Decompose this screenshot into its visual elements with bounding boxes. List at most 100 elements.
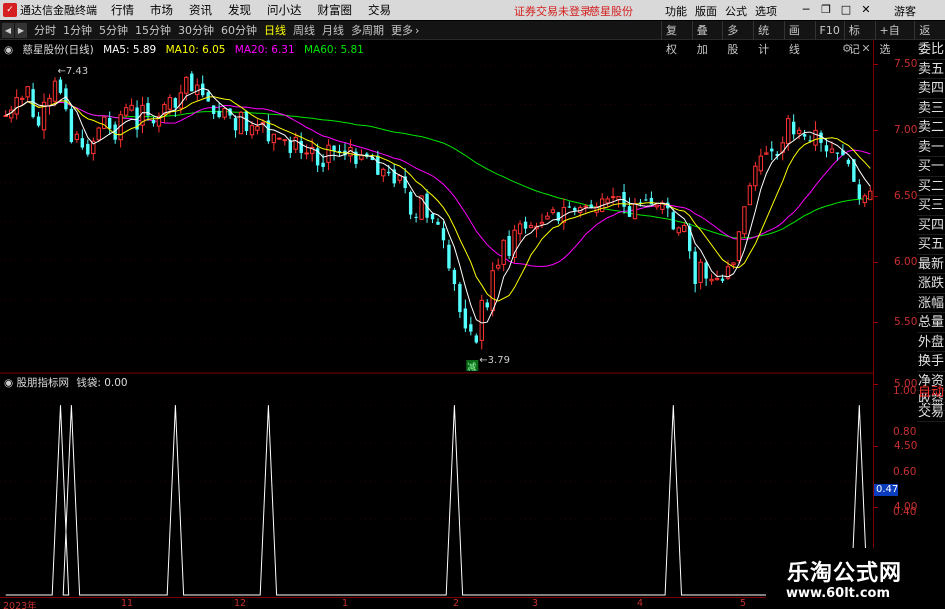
sidebar-sell5[interactable]: 卖五 bbox=[917, 60, 945, 79]
settings-icon[interactable]: ⚙ bbox=[842, 42, 852, 55]
menu-item-gongneng[interactable]: 功能 bbox=[665, 3, 687, 19]
tool-tongji[interactable]: 统计 bbox=[753, 21, 784, 56]
sidebar-outer[interactable]: 外盘 bbox=[917, 333, 945, 352]
sidebar-sell4[interactable]: 卖四 bbox=[917, 79, 945, 99]
current-stock-name[interactable]: 慈星股份 bbox=[589, 3, 633, 19]
sidebar-change[interactable]: 涨跌 bbox=[917, 274, 945, 294]
candle-body bbox=[469, 324, 473, 332]
sidebar-sell3[interactable]: 卖三 bbox=[917, 99, 945, 118]
high-price-label: ←7.43 bbox=[58, 66, 89, 77]
period-5min[interactable]: 5分钟 bbox=[99, 22, 128, 38]
period-weekly[interactable]: 周线 bbox=[293, 22, 315, 38]
sidebar-buy5[interactable]: 买五 bbox=[917, 235, 945, 255]
kline-chart-area[interactable]: ←7.43 ←3.79 减 bbox=[0, 40, 945, 597]
candle-body bbox=[824, 145, 829, 152]
period-monthly[interactable]: 月线 bbox=[322, 22, 344, 38]
candle-body bbox=[632, 203, 638, 220]
menu-item-hangqing[interactable]: 行情 bbox=[111, 2, 134, 18]
sidebar-weibi[interactable]: 委比 bbox=[917, 40, 945, 60]
scroll-right-icon[interactable]: ▶ bbox=[15, 22, 27, 38]
menu-item-jiaoyi[interactable]: 交易 bbox=[368, 2, 391, 18]
menu-item-faxian[interactable]: 发现 bbox=[228, 2, 251, 18]
tool-duogu[interactable]: 多股 bbox=[722, 21, 753, 56]
candle-body bbox=[688, 226, 692, 252]
sidebar-turnover[interactable]: 换手 bbox=[917, 352, 945, 372]
sidebar-change-pct[interactable]: 涨幅 bbox=[917, 294, 945, 313]
period-more[interactable]: 更多 bbox=[391, 22, 413, 38]
restore-icon[interactable]: ❐ bbox=[818, 2, 834, 18]
tool-fanhui[interactable]: 返回 bbox=[914, 21, 945, 56]
indicator-tick: 0.80 bbox=[893, 426, 917, 438]
date-label: 2 bbox=[453, 598, 460, 609]
chevron-right-icon[interactable]: › bbox=[415, 24, 419, 37]
price-tick: 7.00 bbox=[874, 124, 917, 136]
period-30min[interactable]: 30分钟 bbox=[178, 22, 214, 38]
maximize-icon[interactable]: □ bbox=[838, 2, 854, 18]
candle-body bbox=[479, 299, 484, 341]
date-label: 2023年 bbox=[3, 601, 37, 609]
period-daily[interactable]: 日线 bbox=[264, 22, 286, 38]
candle-body bbox=[452, 269, 457, 284]
legend-dropdown-icon[interactable]: ◉ bbox=[4, 44, 13, 56]
main-menu: 行情 市场 资讯 发现 问小达 财富圈 交易 bbox=[111, 2, 407, 18]
trade-status-link[interactable]: 证券交易未登录 bbox=[514, 3, 591, 19]
period-60min[interactable]: 60分钟 bbox=[221, 22, 257, 38]
candle-body bbox=[102, 116, 107, 129]
scroll-left-icon[interactable]: ◀ bbox=[2, 22, 14, 38]
menu-item-wenxiaoda[interactable]: 问小达 bbox=[267, 2, 302, 18]
menu-item-caifuquan[interactable]: 财富圈 bbox=[318, 2, 353, 18]
tool-biaoji[interactable]: 标记 bbox=[843, 21, 875, 56]
candle-body bbox=[550, 209, 556, 214]
candle-body bbox=[211, 105, 216, 114]
candle-body bbox=[184, 76, 189, 94]
sidebar-sell2[interactable]: 卖二 bbox=[917, 118, 945, 138]
chart-close-icon[interactable]: ✕ bbox=[861, 42, 870, 55]
menu-item-zixun[interactable]: 资讯 bbox=[189, 2, 212, 18]
auto-trade-label-2[interactable]: 交易 bbox=[917, 403, 945, 422]
candle-body bbox=[326, 144, 331, 163]
menu-item-banmian[interactable]: 版面 bbox=[695, 3, 717, 19]
candle-body bbox=[58, 79, 63, 93]
candle-body bbox=[796, 129, 802, 134]
sidebar-buy3[interactable]: 买三 bbox=[917, 196, 945, 216]
candle-body bbox=[490, 270, 495, 312]
minimize-icon[interactable]: ─ bbox=[798, 2, 814, 18]
indicator-legend: ◉ 股朋指标网 钱袋: 0.00 bbox=[4, 375, 128, 390]
candle-body bbox=[249, 125, 255, 136]
sidebar-buy1[interactable]: 买一 bbox=[917, 157, 945, 177]
tool-huaxian[interactable]: 画线 bbox=[783, 21, 815, 56]
sidebar-buy4[interactable]: 买四 bbox=[917, 216, 945, 235]
close-icon[interactable]: ✕ bbox=[858, 2, 874, 18]
candle-body bbox=[304, 152, 309, 155]
period-1min[interactable]: 1分钟 bbox=[63, 22, 92, 38]
sidebar-volume[interactable]: 总量 bbox=[917, 313, 945, 333]
tool-zixuan[interactable]: +自选 bbox=[874, 21, 915, 56]
sidebar-buy2[interactable]: 买二 bbox=[917, 177, 945, 196]
tool-f10[interactable]: F10 bbox=[814, 21, 844, 40]
period-multi[interactable]: 多周期 bbox=[351, 22, 384, 38]
auto-trade-label-1[interactable]: 自动 bbox=[917, 383, 945, 403]
period-15min[interactable]: 15分钟 bbox=[135, 22, 171, 38]
candle-body bbox=[649, 198, 654, 205]
tool-diejia[interactable]: 叠加 bbox=[691, 21, 723, 56]
menu-item-xuanxiang[interactable]: 选项 bbox=[755, 3, 777, 19]
guest-label[interactable]: 游客 bbox=[894, 3, 916, 19]
indicator-name[interactable]: 股朋指标网 bbox=[17, 377, 70, 389]
indicator-dropdown-icon[interactable]: ◉ bbox=[4, 377, 13, 389]
menu-item-shichang[interactable]: 市场 bbox=[150, 2, 173, 18]
candle-body bbox=[222, 108, 227, 118]
main-legend: ◉ 慈星股份(日线) MA5: 5.89 MA10: 6.05 MA20: 6.… bbox=[4, 42, 370, 57]
period-fenshi[interactable]: 分时 bbox=[34, 22, 56, 38]
kline-chart-svg[interactable]: ←7.43 ←3.79减 bbox=[0, 40, 945, 597]
candle-body bbox=[190, 73, 194, 92]
candle-body bbox=[528, 225, 534, 229]
tool-fuquan[interactable]: 复权 bbox=[661, 21, 692, 56]
menu-item-gongshi[interactable]: 公式 bbox=[725, 3, 747, 19]
sidebar-sell1[interactable]: 卖一 bbox=[917, 138, 945, 157]
candle-body bbox=[3, 115, 8, 118]
sidebar-latest[interactable]: 最新 bbox=[917, 255, 945, 274]
candle-body bbox=[654, 204, 660, 208]
candle-body bbox=[430, 213, 435, 220]
candle-body bbox=[244, 111, 249, 132]
candle-body bbox=[25, 86, 30, 98]
